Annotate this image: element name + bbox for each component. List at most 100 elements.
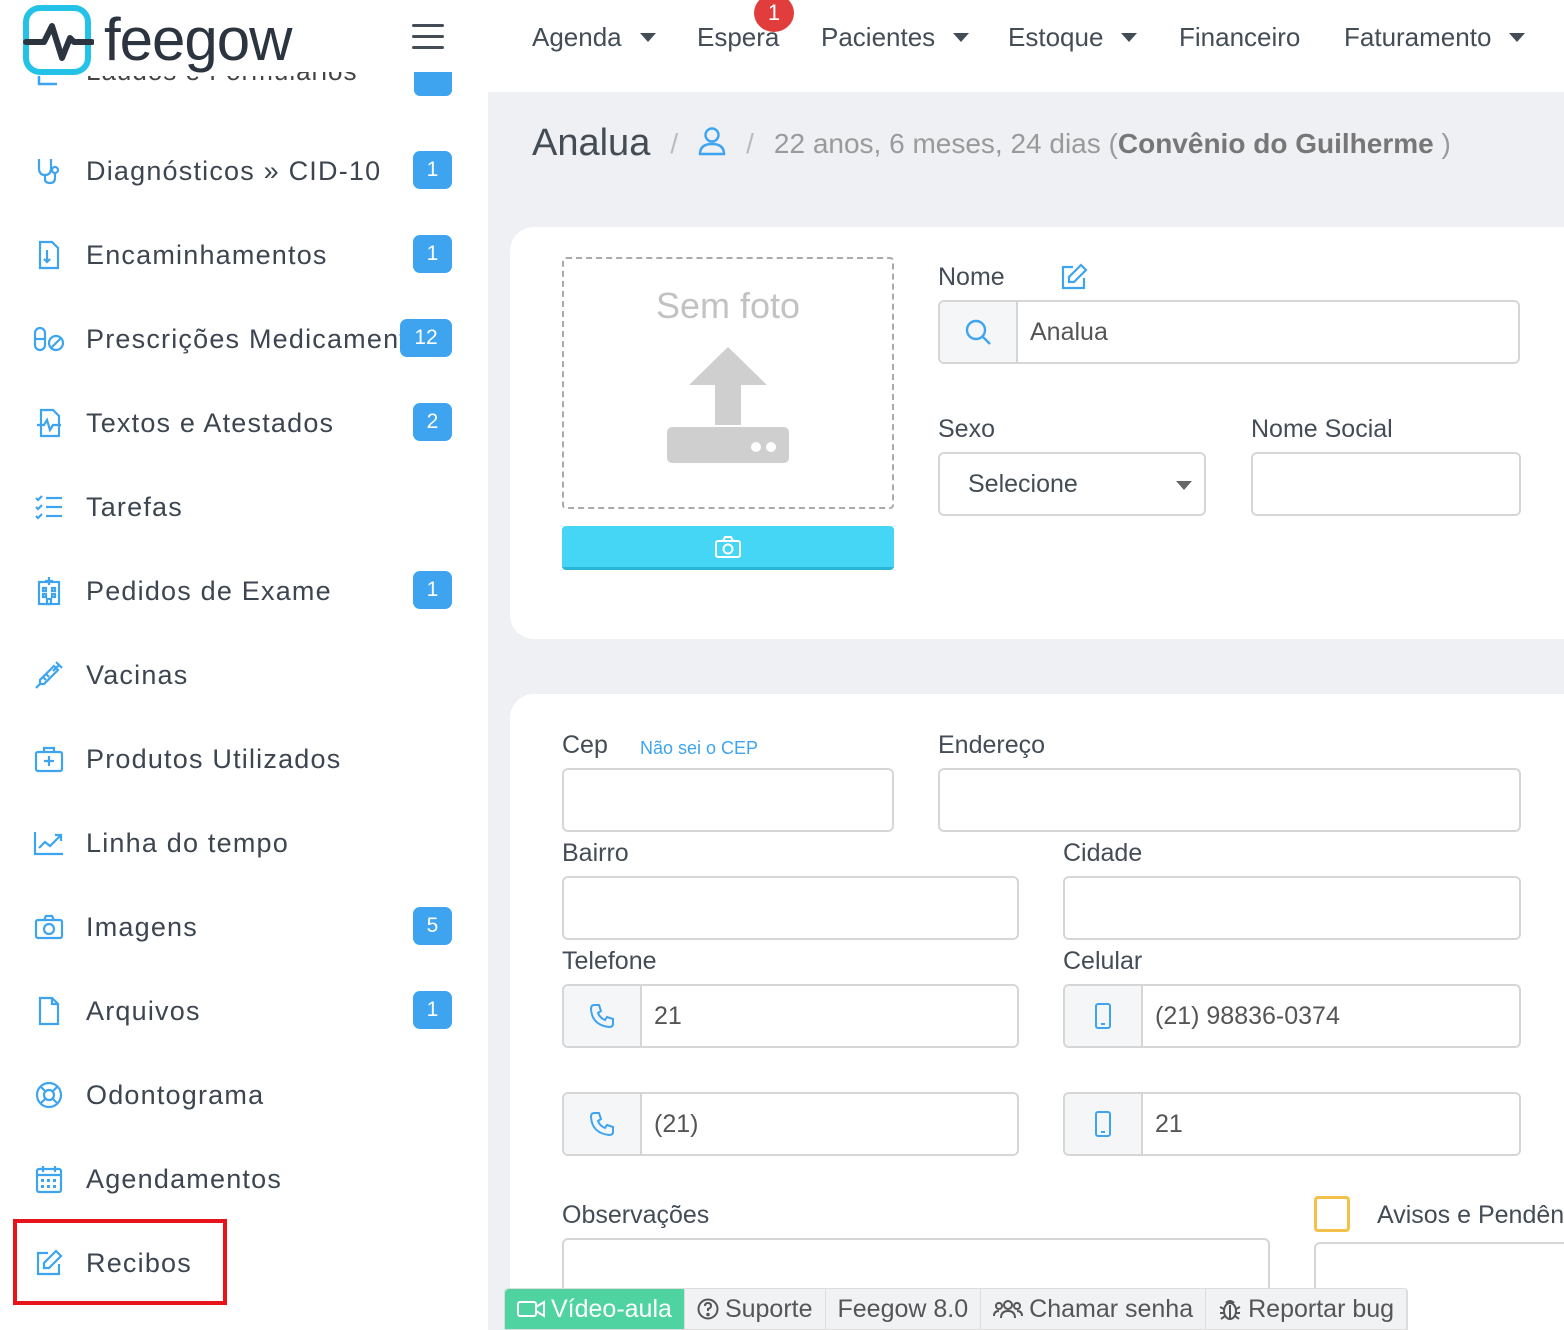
sidebar-item-label: Diagnósticos » CID-10 [86,155,382,186]
upload-icon [667,347,789,468]
notification-badge: 1 [754,0,794,32]
version-text: Feegow 8.0 [837,1294,969,1323]
syringe-icon [32,658,66,692]
cidade-field[interactable] [1063,876,1521,940]
sidebar-item-label: Arquivos [86,995,201,1026]
caret-down-icon [639,33,656,42]
chamar-senha-button[interactable]: Chamar senha [981,1289,1207,1329]
sidebar-item-laudos-partial[interactable]: Laudos e Formulários [30,72,460,102]
sidebar-item-label: Tarefas [86,491,183,522]
edit-name-icon[interactable] [1060,263,1088,296]
sidebar-item-vacinas[interactable]: Vacinas [0,633,488,717]
sidebar-item-label: Linha do tempo [86,827,289,858]
cidade-label: Cidade [1063,839,1143,867]
chamar-senha-label: Chamar senha [1029,1294,1194,1323]
nav-label: Agenda [532,22,622,52]
sidebar-item-prescricoes[interactable]: Prescrições Medicamentos 12 [0,297,488,381]
mobile-icon [1065,1094,1143,1154]
file-icon [32,994,66,1028]
camera-icon [715,535,741,558]
sidebar-item-label: Recibos [86,1247,192,1278]
caret-down-icon [1509,33,1526,42]
menu-toggle-icon[interactable] [412,24,444,52]
sidebar-item-encaminhamentos[interactable]: Encaminhamentos 1 [0,213,488,297]
endereco-label: Endereço [938,731,1046,759]
user-icon[interactable] [698,126,726,161]
sidebar: Laudos e Formulários feegow Diagnósticos… [0,0,488,1330]
celular2-value: 21 [1155,1109,1183,1138]
telefone-value: 21 [654,1001,682,1030]
nome-social-field[interactable] [1251,452,1521,516]
video-aula-button[interactable]: Vídeo-aula [505,1289,685,1329]
sidebar-item-odontograma[interactable]: Odontograma [0,1053,488,1137]
avisos-label: Avisos e Pendências [1377,1201,1564,1229]
count-badge: 2 [413,403,452,441]
nav-agenda[interactable]: Agenda [532,22,656,53]
feegow-logo-icon [23,5,94,75]
phone-icon [564,986,642,1046]
patient-basic-card: Sem foto Nome Analua Sexo Selecione Nome… [510,227,1564,639]
photo-dropzone[interactable]: Sem foto [562,257,894,509]
suporte-label: Suporte [724,1294,813,1323]
bairro-field[interactable] [562,876,1019,940]
logo-text: feegow [104,6,292,73]
sidebar-item-recibos[interactable]: Recibos [0,1221,488,1305]
nav-financeiro[interactable]: Financeiro [1179,22,1300,53]
sidebar-item-linha-do-tempo[interactable]: Linha do tempo [0,801,488,885]
caret-down-icon [1176,481,1192,490]
count-badge: 12 [400,319,452,357]
no-photo-text: Sem foto [655,285,801,326]
telefone2-field[interactable]: (21) [562,1092,1019,1156]
nome-field[interactable]: Analua [938,300,1520,364]
nav-label: Faturamento [1344,22,1492,52]
celular2-field[interactable]: 21 [1063,1092,1521,1156]
nav-label: Financeiro [1179,22,1301,52]
calendar-icon [32,1162,66,1196]
reportar-bug-label: Reportar bug [1248,1294,1395,1323]
sidebar-item-pedidos-exame[interactable]: Pedidos de Exame 1 [0,549,488,633]
sidebar-item-label: Imagens [86,911,198,942]
mobile-icon [1065,986,1143,1046]
nav-pacientes[interactable]: Pacientes [821,22,970,53]
celular-field[interactable]: (21) 98836-0374 [1063,984,1521,1048]
telefone-field[interactable]: 21 [562,984,1019,1048]
nome-social-label: Nome Social [1251,415,1393,443]
sidebar-item-diagnosticos[interactable]: Diagnósticos » CID-10 1 [0,129,488,213]
breadcrumb-separator: / [746,127,754,159]
cep-field[interactable] [562,768,894,832]
breadcrumb: Analua / / 22 anos, 6 meses, 24 dias (Co… [532,122,1451,165]
nao-sei-cep-link[interactable]: Não sei o CEP [640,738,758,759]
take-photo-button[interactable] [562,526,894,570]
video-camera-icon [517,1299,545,1319]
reportar-bug-button[interactable]: Reportar bug [1206,1289,1408,1329]
camera-icon [32,910,66,944]
avisos-checkbox[interactable] [1314,1196,1350,1232]
sidebar-item-imagens[interactable]: Imagens 5 [0,885,488,969]
caret-down-icon [1121,33,1138,42]
suporte-button[interactable]: Suporte [685,1289,826,1329]
count-badge: 1 [413,571,452,609]
lifebuoy-icon [32,1078,66,1112]
sidebar-item-agendamentos[interactable]: Agendamentos [0,1137,488,1221]
sidebar-item-produtos-utilizados[interactable]: Produtos Utilizados [0,717,488,801]
insurance-name: Convênio do Guilherme [1117,127,1434,159]
checklist-icon [32,490,66,524]
telefone-label: Telefone [562,947,657,975]
footer-bar: Vídeo-aula Suporte Feegow 8.0 Chamar sen… [504,1288,1409,1330]
sidebar-item-arquivos[interactable]: Arquivos 1 [0,969,488,1053]
celular-label: Celular [1063,947,1143,975]
nav-estoque[interactable]: Estoque [1008,22,1138,53]
chart-line-icon [32,826,66,860]
endereco-field[interactable] [938,768,1521,832]
sexo-select[interactable]: Selecione [938,452,1206,516]
sidebar-item-tarefas[interactable]: Tarefas [0,465,488,549]
feegow-logo[interactable]: feegow [22,4,298,76]
telefone2-value: (21) [654,1109,699,1138]
sidebar-menu: Diagnósticos » CID-10 1 Encaminhamentos … [0,129,488,1305]
sidebar-item-textos-atestados[interactable]: Textos e Atestados 2 [0,381,488,465]
patient-name-title: Analua [532,122,651,164]
edit-icon [32,1246,66,1280]
sidebar-item-label: Pedidos de Exame [86,575,332,606]
top-navigation: Agenda Espera 1 Pacientes Estoque Financ… [488,0,1564,92]
nav-faturamento[interactable]: Faturamento [1344,22,1526,53]
